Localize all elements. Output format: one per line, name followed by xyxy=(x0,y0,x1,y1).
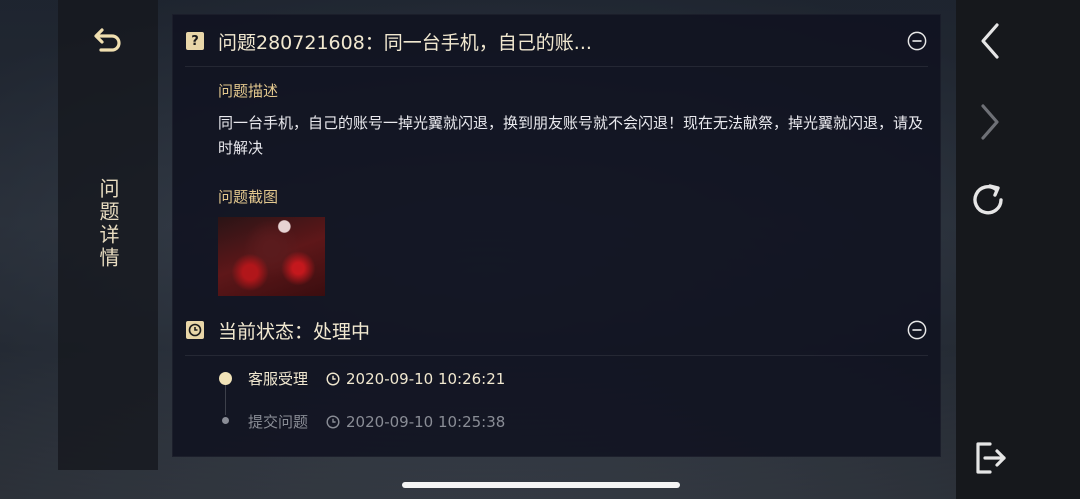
refresh-button[interactable] xyxy=(968,178,1012,222)
back-nav-button[interactable] xyxy=(968,19,1012,63)
question-icon: ? xyxy=(186,32,204,50)
chevron-left-icon xyxy=(981,23,999,59)
screenshot-thumbnail[interactable] xyxy=(218,217,325,296)
clock-icon xyxy=(326,371,340,386)
clock-icon xyxy=(326,414,340,429)
description-label: 问题描述 xyxy=(218,82,279,100)
timeline-item-time: 2020-09-10 10:26:21 xyxy=(346,369,506,388)
status-header: 当前状态：处理中 xyxy=(185,305,928,356)
browser-nav-panel xyxy=(956,0,1080,499)
question-detail-panel: ? 问题280721608：同一台手机，自己的账... 问题描述 同一台手机，自… xyxy=(172,14,941,457)
timeline-connector xyxy=(225,385,226,415)
return-arrow-icon xyxy=(94,28,121,52)
status-title: 当前状态：处理中 xyxy=(218,320,371,343)
timeline-dot-active xyxy=(219,372,232,385)
collapse-status-button[interactable] xyxy=(907,320,927,340)
question-header: ? 问题280721608：同一台手机，自己的账... xyxy=(185,16,928,67)
forward-nav-button[interactable] xyxy=(968,100,1012,144)
timeline-item-label: 提交问题 xyxy=(248,413,309,431)
refresh-icon xyxy=(973,184,1003,215)
timeline-dot-inactive xyxy=(222,417,229,424)
home-indicator[interactable] xyxy=(402,482,680,488)
timeline-item-label: 客服受理 xyxy=(248,370,309,388)
status-clock-icon xyxy=(186,321,204,339)
question-title: 问题280721608：同一台手机，自己的账... xyxy=(218,31,592,54)
chevron-right-icon xyxy=(981,104,999,140)
collapse-question-button[interactable] xyxy=(907,31,927,51)
timeline-item: 提交问题 2020-09-10 10:25:38 xyxy=(248,411,505,432)
exit-icon xyxy=(976,442,1006,474)
left-sidebar: 问题详情 xyxy=(58,0,158,470)
timeline-item-time: 2020-09-10 10:25:38 xyxy=(346,412,506,431)
description-text: 同一台手机，自己的账号一掉光翼就闪退，换到朋友账号就不会闪退！现在无法献祭，掉光… xyxy=(218,114,924,157)
back-button[interactable] xyxy=(92,24,124,56)
page-title: 问题详情 xyxy=(96,178,120,270)
screenshot-label: 问题截图 xyxy=(218,188,279,206)
timeline-item: 客服受理 2020-09-10 10:26:21 xyxy=(248,368,505,389)
exit-button[interactable] xyxy=(968,436,1012,480)
